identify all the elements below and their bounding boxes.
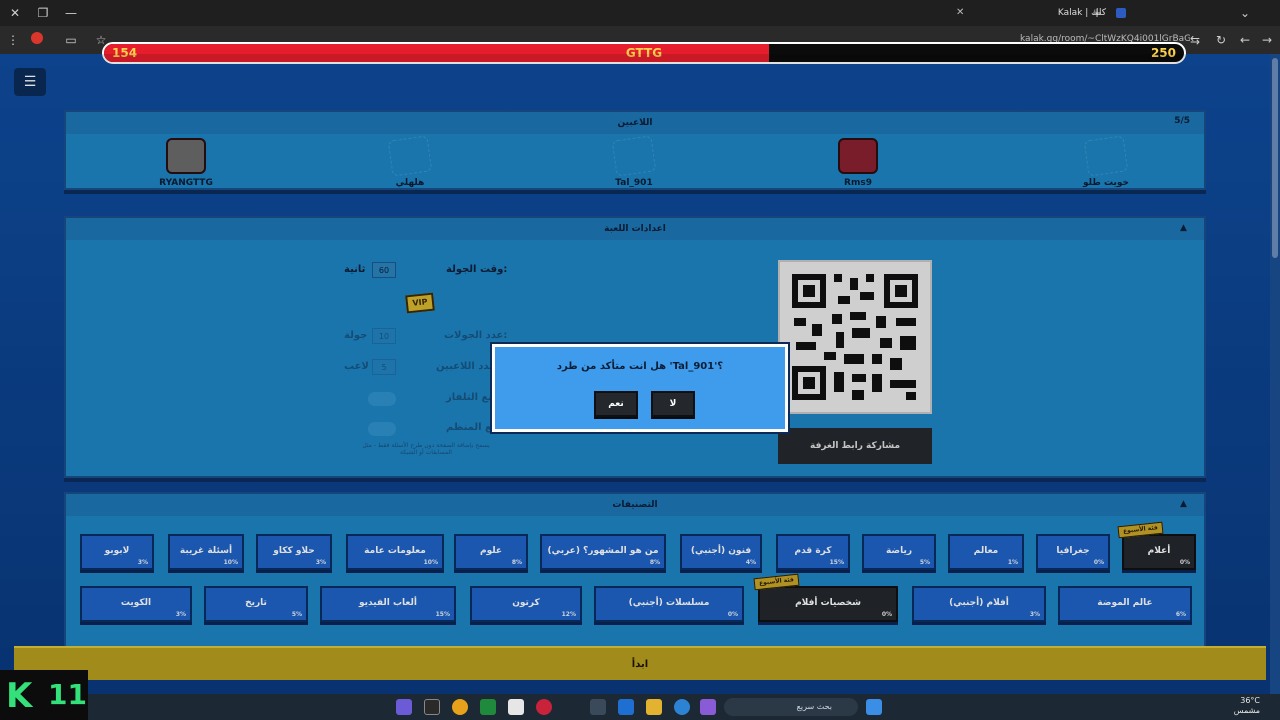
browser-tab[interactable]: ✕ Kalak | كلك (950, 3, 1130, 23)
minimize-icon[interactable]: — (62, 4, 80, 22)
kick-confirm-dialog: هل انت متأكد من طرد 'Tal_901'؟ نعم لا (492, 344, 788, 432)
browser-menu-icon[interactable]: ⋮ (4, 31, 22, 49)
temperature: 36°C (1240, 696, 1260, 705)
kalak-favicon-icon (1116, 8, 1126, 18)
copilot-icon[interactable] (700, 699, 716, 715)
weather-widget[interactable]: 36°C مشمس (1234, 696, 1260, 716)
windows-start-icon[interactable] (866, 699, 882, 715)
windows-taskbar: بحث سريع 36°C مشمس (0, 694, 1280, 720)
restore-icon[interactable]: ❐ (34, 4, 52, 22)
weather-text: مشمس (1233, 706, 1260, 715)
back-icon[interactable]: → (1258, 31, 1276, 49)
forward-icon[interactable]: ← (1236, 31, 1254, 49)
xbox-icon[interactable] (480, 699, 496, 715)
close-window-icon[interactable]: ✕ (6, 4, 24, 22)
outlook-icon[interactable] (618, 699, 634, 715)
sidebar-icon[interactable]: ▭ (62, 31, 80, 49)
reload-icon[interactable]: ↻ (1212, 31, 1230, 49)
opera-icon[interactable] (536, 699, 552, 715)
dialog-message: هل انت متأكد من طرد 'Tal_901'؟ (556, 361, 724, 372)
confirm-yes-button[interactable]: نعم (594, 391, 638, 417)
file-explorer-icon[interactable] (646, 699, 662, 715)
tab-search-icon[interactable]: ⌄ (1236, 4, 1254, 22)
confirm-no-button[interactable]: لا (651, 391, 695, 417)
extension-icon[interactable] (28, 31, 46, 49)
site-settings-icon[interactable]: ⇆ (1186, 31, 1204, 49)
edge-icon[interactable] (674, 699, 690, 715)
browser-tab-strip: ✕ ❐ — + ✕ Kalak | كلك ⌄ (0, 0, 1280, 26)
obs-icon[interactable] (424, 699, 440, 715)
channel-logo: K 11 (0, 670, 88, 720)
settings-gear-icon[interactable] (590, 699, 606, 715)
tab-title: Kalak | كلك (1057, 8, 1106, 18)
taskbar-search-input[interactable]: بحث سريع (724, 698, 858, 716)
tab-close-icon[interactable]: ✕ (956, 3, 964, 23)
app-icon[interactable] (396, 699, 412, 715)
steam-icon[interactable] (508, 699, 524, 715)
chrome-icon[interactable] (452, 699, 468, 715)
